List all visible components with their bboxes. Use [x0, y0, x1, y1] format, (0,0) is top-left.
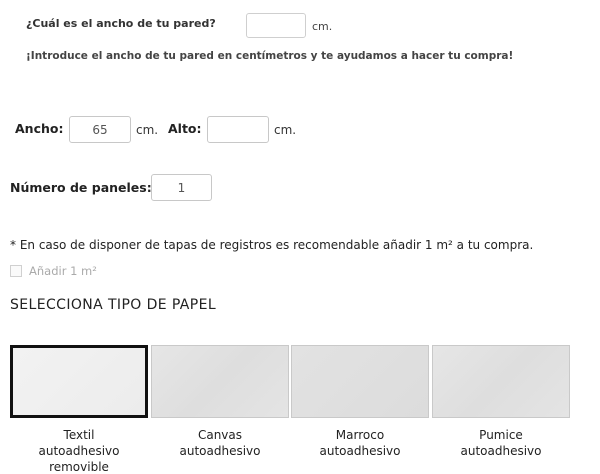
paper-type-title: SELECCIONA TIPO DE PAPEL: [10, 297, 217, 313]
width-input[interactable]: [69, 116, 131, 143]
paper-option-label: Marroco autoadhesivo: [319, 428, 401, 458]
paper-option-marroco[interactable]: [291, 345, 429, 418]
paper-option-textil[interactable]: [10, 345, 148, 418]
height-label: Alto:: [168, 121, 202, 136]
paper-option-pumice[interactable]: [432, 345, 570, 418]
add-m2-checkbox[interactable]: [10, 265, 22, 277]
paper-option-label: Textil autoadhesivo removible: [38, 428, 120, 474]
wall-width-input[interactable]: [246, 13, 306, 38]
wall-width-unit: cm.: [312, 20, 333, 33]
panels-input[interactable]: [151, 174, 212, 201]
width-label: Ancho:: [15, 121, 64, 136]
paper-option-label: Pumice autoadhesivo: [460, 428, 542, 458]
paper-option-label: Canvas autoadhesivo: [179, 428, 261, 458]
wall-width-question: ¿Cuál es el ancho de tu pared?: [26, 17, 216, 30]
paper-option-canvas[interactable]: [151, 345, 289, 418]
height-unit: cm.: [274, 123, 297, 137]
add-m2-label: Añadir 1 m²: [29, 264, 97, 278]
height-input[interactable]: [207, 116, 269, 143]
width-unit: cm.: [136, 123, 159, 137]
panels-label: Número de paneles:: [10, 180, 152, 195]
add-m2-option[interactable]: Añadir 1 m²: [10, 264, 97, 278]
wall-width-hint: ¡Introduce el ancho de tu pared en centí…: [26, 50, 514, 62]
registry-note: * En caso de disponer de tapas de regist…: [10, 238, 534, 252]
